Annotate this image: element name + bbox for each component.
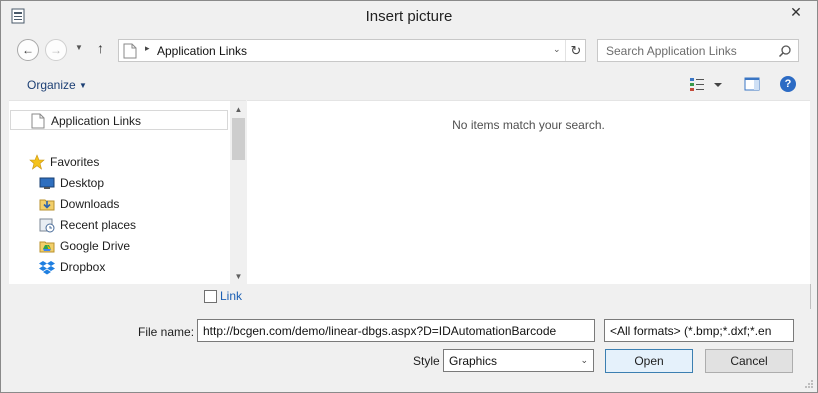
preview-pane-icon (744, 77, 760, 91)
sidebar-item-label: Desktop (60, 176, 105, 190)
sidebar-item-google-drive[interactable]: Google Drive (9, 236, 228, 256)
sidebar-item-downloads[interactable]: Downloads (9, 194, 228, 214)
star-icon (29, 154, 45, 170)
resize-grip-icon[interactable] (804, 379, 814, 389)
cancel-button[interactable]: Cancel (705, 349, 793, 373)
command-toolbar: Organize ▼ ? (1, 71, 817, 99)
chevron-down-icon: ▼ (75, 43, 83, 52)
style-value: Graphics (449, 354, 498, 368)
file-name-input[interactable]: http://bcgen.com/demo/linear-dbgs.aspx?D… (197, 319, 595, 342)
change-view-button[interactable] (689, 76, 729, 94)
insert-picture-dialog: Insert picture ✕ ← → ▼ ↑ ▸ Application L… (0, 0, 818, 393)
style-label: Style (413, 354, 440, 368)
google-drive-icon (39, 241, 55, 253)
desktop-icon (39, 177, 55, 189)
address-bar[interactable]: ▸ Application Links ⌄ ↻ (118, 39, 586, 62)
breadcrumb[interactable]: Application Links (157, 44, 247, 58)
style-select[interactable]: Graphics ⌄ (443, 349, 594, 372)
file-format-value: <All formats> (*.bmp;*.dxf;*.en (610, 324, 772, 338)
link-checkbox[interactable] (204, 290, 217, 303)
sidebar-item-application-links[interactable]: Application Links (10, 110, 228, 130)
scrollbar-thumb[interactable] (232, 118, 245, 160)
back-button[interactable]: ← (17, 39, 39, 61)
window-title: Insert picture (365, 8, 453, 25)
file-format-select[interactable]: <All formats> (*.bmp;*.dxf;*.en (604, 319, 794, 342)
scroll-up-icon[interactable]: ▲ (230, 101, 247, 118)
scroll-down-icon[interactable]: ▼ (230, 268, 247, 285)
dropbox-icon (39, 261, 55, 275)
splitter[interactable] (810, 284, 811, 309)
file-name-label: File name: (138, 325, 195, 339)
navigation-scrollbar[interactable]: ▲ ▼ (230, 101, 247, 285)
recent-places-icon (39, 218, 55, 233)
help-button[interactable]: ? (780, 76, 796, 92)
refresh-icon: ↻ (570, 42, 582, 58)
view-options-icon (690, 78, 704, 91)
file-list[interactable]: No items match your search. (247, 100, 810, 284)
empty-message: No items match your search. (452, 118, 605, 132)
navigation-bar: ← → ▼ ↑ ▸ Application Links ⌄ ↻ Search A… (1, 34, 817, 66)
sidebar-item-favorites[interactable]: Favorites (9, 152, 228, 172)
close-button[interactable]: ✕ (779, 2, 813, 22)
page-icon (123, 43, 137, 59)
sidebar-item-label: Recent places (60, 218, 137, 232)
chevron-down-icon: ⌄ (580, 355, 588, 365)
up-arrow-icon: ↑ (97, 40, 104, 56)
navigation-pane: Application Links Favorites Desktop Down… (9, 100, 247, 285)
preview-pane-button[interactable] (744, 76, 760, 92)
sidebar-item-dropbox[interactable]: Dropbox (9, 257, 228, 277)
organize-button[interactable]: Organize (27, 78, 76, 92)
back-arrow-icon: ← (22, 43, 34, 57)
sidebar-item-label: Application Links (51, 114, 142, 128)
breadcrumb-separator-icon: ▸ (145, 43, 150, 53)
search-input[interactable]: Search Application Links (606, 44, 737, 58)
open-button[interactable]: Open (605, 349, 693, 373)
recent-locations-dropdown[interactable]: ▼ (75, 43, 83, 52)
sidebar-item-desktop[interactable]: Desktop (9, 173, 228, 193)
sidebar-item-label: Downloads (60, 197, 120, 211)
up-button[interactable]: ↑ (97, 40, 104, 56)
forward-arrow-icon: → (50, 43, 62, 57)
refresh-button[interactable]: ↻ (565, 40, 586, 61)
sidebar-item-label: Dropbox (60, 260, 106, 274)
page-icon (31, 113, 45, 129)
address-dropdown-icon[interactable]: ⌄ (553, 44, 561, 55)
search-icon[interactable] (778, 44, 792, 58)
link-label[interactable]: Link (220, 289, 242, 303)
title-bar: Insert picture ✕ (1, 1, 817, 32)
help-icon: ? (784, 78, 792, 90)
downloads-icon (39, 199, 55, 211)
sidebar-item-label: Google Drive (60, 239, 131, 253)
view-dropdown-icon (714, 83, 722, 87)
sidebar-item-recent-places[interactable]: Recent places (9, 215, 228, 235)
search-box[interactable]: Search Application Links (597, 39, 799, 62)
close-icon: ✕ (790, 3, 802, 20)
sidebar-item-label: Favorites (50, 155, 100, 169)
organize-caret-icon[interactable]: ▼ (79, 81, 87, 90)
forward-button[interactable]: → (45, 39, 67, 61)
